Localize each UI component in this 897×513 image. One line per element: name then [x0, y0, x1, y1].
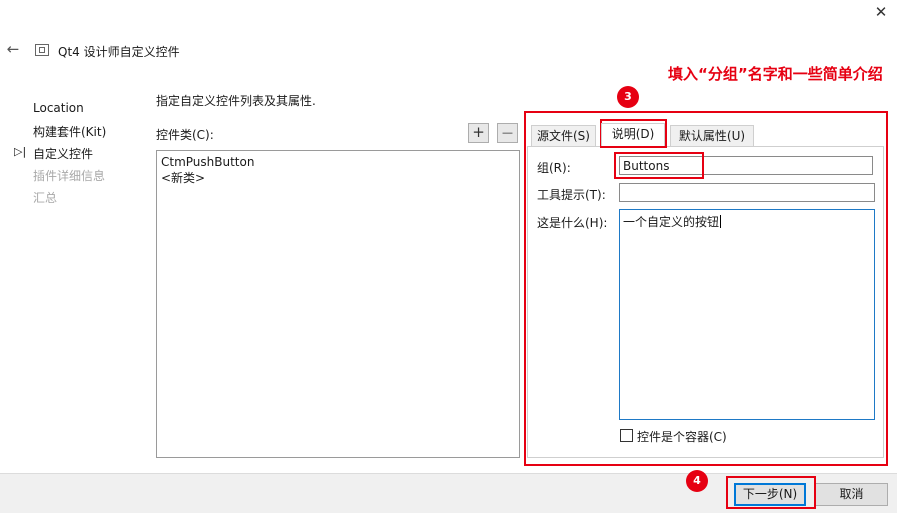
class-list-item[interactable]: <新类>	[157, 170, 519, 186]
annotation-panel-highlight	[524, 111, 888, 466]
back-arrow-icon[interactable]: ←	[4, 40, 22, 58]
class-list[interactable]: CtmPushButton <新类>	[156, 150, 520, 458]
page-description: 指定自定义控件列表及其属性.	[156, 94, 316, 108]
class-list-item[interactable]: CtmPushButton	[157, 154, 519, 170]
class-list-label: 控件类(C):	[156, 128, 214, 142]
cancel-button[interactable]: 取消	[815, 483, 888, 506]
step-3-badge: 3	[617, 86, 639, 108]
current-step-marker-icon: ▷|	[14, 145, 27, 158]
tab-description[interactable]: 说明(D)	[601, 123, 665, 146]
annotation-group-highlight	[614, 152, 704, 179]
remove-class-button[interactable]: —	[497, 123, 518, 143]
nav-item-summary: 汇总	[33, 191, 58, 205]
nav-item-location: Location	[33, 101, 84, 115]
close-icon[interactable]: ✕	[870, 3, 892, 21]
nav-item-plugin-details: 插件详细信息	[33, 169, 106, 183]
window-title: Qt4 设计师自定义控件	[58, 45, 180, 59]
annotation-next-highlight	[726, 476, 816, 509]
add-class-button[interactable]: +	[468, 123, 489, 143]
nav-item-kit: 构建套件(Kit)	[33, 125, 107, 139]
step-4-badge: 4	[686, 470, 708, 492]
annotation-note: 填入“分组”名字和一些简单介绍	[668, 65, 883, 83]
app-icon	[35, 44, 49, 56]
nav-item-custom-widgets: 自定义控件	[33, 147, 94, 161]
